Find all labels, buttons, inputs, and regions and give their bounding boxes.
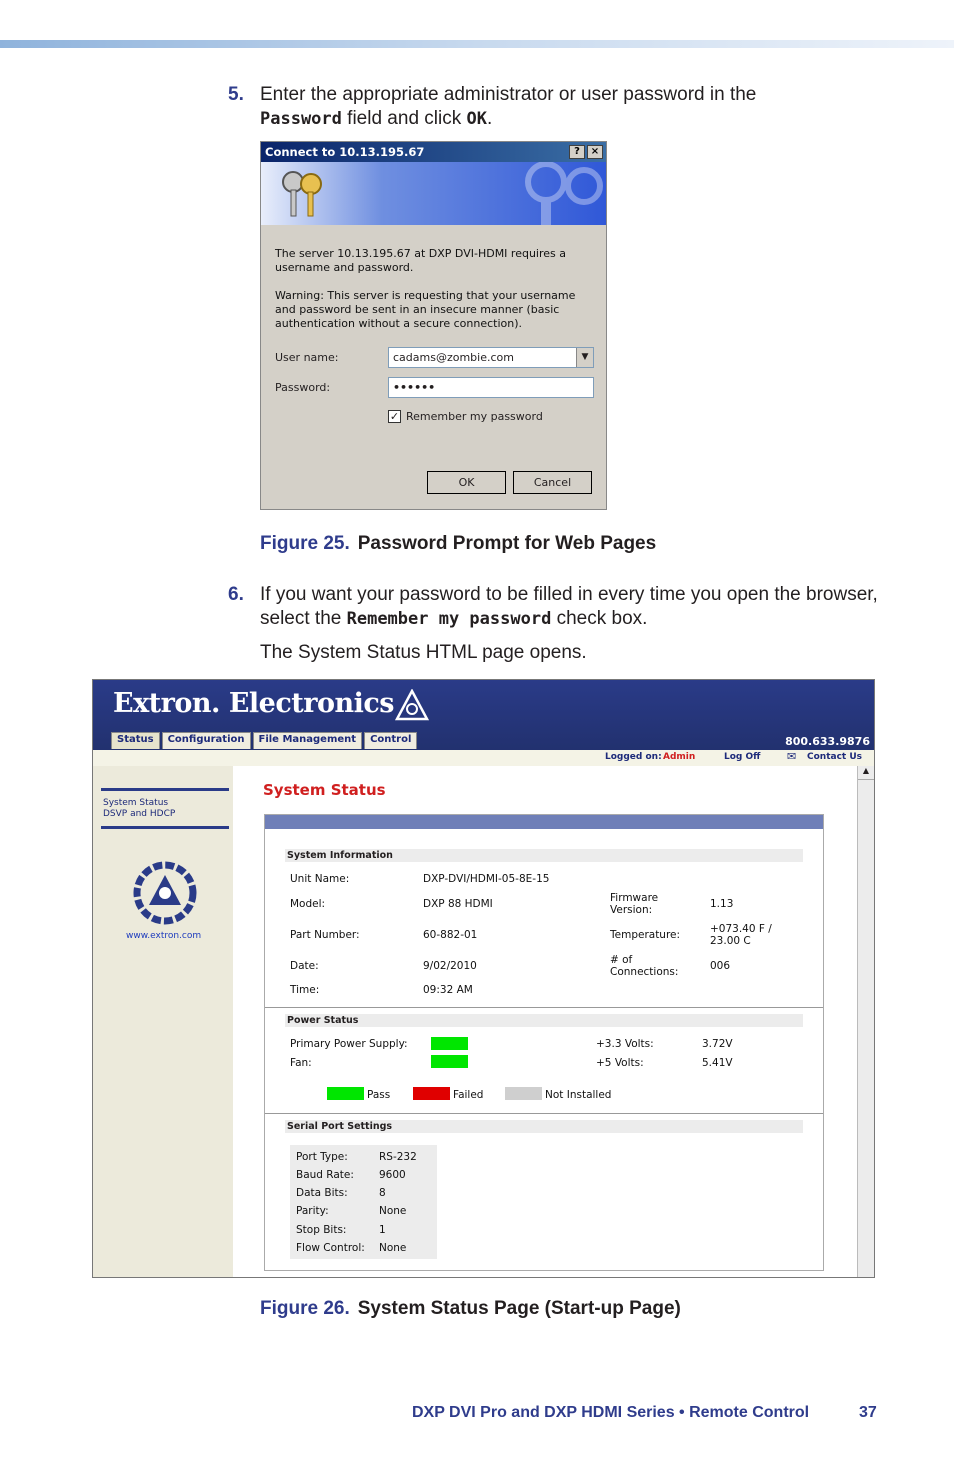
dialog-title-bar: Connect to 10.13.195.67 ? × (261, 142, 606, 162)
panel-header (265, 815, 823, 829)
login-bar: Logged on: Admin Log Off ✉ Contact Us (93, 750, 874, 766)
brand-logo: Extron. Electronics (113, 688, 395, 719)
extron-logo-icon (395, 689, 429, 721)
main-content: System Status System Information Unit Na… (233, 766, 855, 1277)
page-number: 37 (859, 1404, 877, 1421)
cancel-button[interactable]: Cancel (513, 471, 592, 494)
password-label: Password: (275, 381, 331, 394)
step-6: 6. If you want your password to be fille… (228, 583, 878, 631)
dialog-title: Connect to 10.13.195.67 (265, 145, 425, 159)
divider (101, 788, 229, 791)
legend-not-installed-swatch (505, 1087, 542, 1100)
ok-button[interactable]: OK (427, 471, 506, 494)
scrollbar[interactable]: ▲ (857, 766, 874, 1277)
remember-checkbox[interactable]: ✓ Remember my password (388, 410, 543, 423)
section-system-information: System Information (285, 849, 803, 862)
nav-dsvp-hdcp[interactable]: DSVP and HDCP (103, 809, 175, 820)
close-button[interactable]: × (587, 145, 603, 159)
fan-status-led (431, 1055, 468, 1068)
nav-tabs: Status Configuration File Management Con… (111, 732, 418, 749)
step-text: If you want your password to be filled i… (260, 584, 878, 629)
web-header: Extron. Electronics Status Configuration… (93, 680, 874, 750)
opens-text: The System Status HTML page opens. (260, 642, 587, 663)
logoff-link[interactable]: Log Off (724, 752, 760, 762)
password-dialog: Connect to 10.13.195.67 ? × The server 1… (260, 141, 607, 510)
envelope-icon[interactable]: ✉ (787, 750, 796, 763)
footer-title: DXP DVI Pro and DXP HDMI Series • Remote… (412, 1404, 810, 1421)
contact-link[interactable]: Contact Us (807, 752, 862, 762)
checkmark-icon[interactable]: ✓ (388, 410, 401, 423)
page-title: System Status (263, 781, 386, 799)
phone-number: 800.633.9876 (785, 735, 870, 748)
logged-user: Admin (663, 752, 696, 762)
step-number: 6. (228, 584, 244, 605)
step-number: 5. (228, 84, 244, 105)
section-power-status: Power Status (285, 1014, 803, 1027)
divider (101, 826, 229, 829)
legend-failed-swatch (413, 1087, 450, 1100)
field-name: Password (260, 109, 342, 129)
password-field[interactable]: •••••• (388, 377, 594, 398)
ok-ref: OK (466, 109, 487, 129)
figure-26-caption: Figure 26. System Status Page (Start-up P… (260, 1298, 681, 1319)
divider (265, 1007, 823, 1008)
help-button[interactable]: ? (569, 145, 585, 159)
tab-control[interactable]: Control (364, 732, 418, 749)
step-5: 5. Enter the appropriate administrator o… (228, 83, 878, 131)
nav-system-status[interactable]: System Status (103, 798, 175, 809)
username-label: User name: (275, 351, 339, 364)
header-rule (0, 40, 954, 48)
section-serial-port: Serial Port Settings (285, 1120, 803, 1133)
system-status-screenshot: Extron. Electronics Status Configuration… (92, 679, 875, 1278)
step-text: Enter the appropriate administrator or u… (260, 84, 757, 129)
divider (265, 1113, 823, 1114)
dialog-message: The server 10.13.195.67 at DXP DVI-HDMI … (275, 247, 576, 330)
dialog-banner (261, 162, 606, 225)
power-status-led (431, 1037, 468, 1050)
keys-icon (282, 171, 322, 217)
tab-status[interactable]: Status (111, 732, 160, 749)
username-field[interactable]: cadams@zombie.com ▼ (388, 347, 594, 368)
legend-pass-swatch (327, 1087, 364, 1100)
figure-25-caption: Figure 25. Password Prompt for Web Pages (260, 533, 657, 554)
chevron-down-icon[interactable]: ▼ (576, 348, 593, 367)
tab-file-management[interactable]: File Management (252, 732, 363, 749)
field-name: Remember my password (346, 609, 552, 629)
service-seal-icon (133, 861, 197, 925)
scroll-up-icon[interactable]: ▲ (858, 766, 874, 780)
left-sidebar: System Status DSVP and HDCP www.extron.c… (93, 766, 233, 1277)
tab-configuration[interactable]: Configuration (161, 732, 251, 749)
status-panel: System Information Unit Name: DXP-DVI/HD… (264, 814, 824, 1271)
keys-watermark-icon (525, 162, 603, 225)
extron-website-link[interactable]: www.extron.com (126, 931, 201, 941)
side-nav: System Status DSVP and HDCP (103, 798, 175, 820)
serial-settings-table: Port Type: RS-232 Baud Rate: 9600 Data B… (290, 1145, 437, 1259)
